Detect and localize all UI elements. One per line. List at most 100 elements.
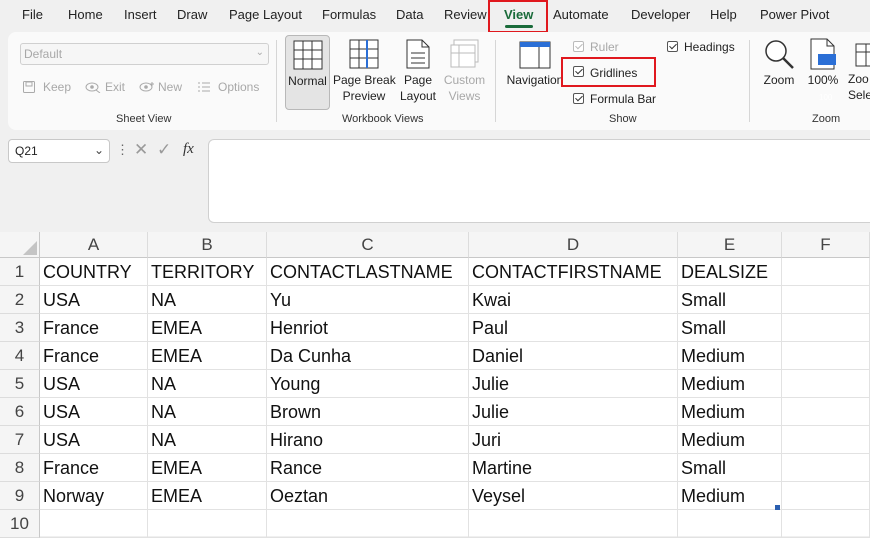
table-cell[interactable] (782, 342, 870, 370)
header-cell[interactable]: TERRITORY (148, 258, 267, 286)
menu-review[interactable]: Review (444, 7, 487, 22)
menu-automate[interactable]: Automate (553, 7, 609, 22)
page-break-preview-button[interactable]: Page Break Preview (333, 35, 396, 110)
row-header[interactable]: 4 (0, 342, 40, 370)
menu-insert[interactable]: Insert (124, 7, 157, 22)
menu-formulas[interactable]: Formulas (322, 7, 376, 22)
table-cell[interactable] (782, 510, 870, 538)
header-cell[interactable]: COUNTRY (40, 258, 148, 286)
column-header-c[interactable]: C (267, 232, 469, 258)
table-cell[interactable]: EMEA (148, 342, 267, 370)
table-cell[interactable]: Veysel (469, 482, 678, 510)
table-cell[interactable]: EMEA (148, 454, 267, 482)
row-header[interactable]: 9 (0, 482, 40, 510)
column-header-e[interactable]: E (678, 232, 782, 258)
table-cell[interactable]: Medium (678, 370, 782, 398)
table-cell[interactable] (267, 510, 469, 538)
table-cell[interactable] (782, 398, 870, 426)
table-cell[interactable]: Da Cunha (267, 342, 469, 370)
page-layout-button[interactable]: Page Layout (397, 35, 439, 110)
table-cell[interactable]: USA (40, 398, 148, 426)
table-cell[interactable]: NA (148, 398, 267, 426)
menu-help[interactable]: Help (710, 7, 737, 22)
header-cell[interactable] (782, 258, 870, 286)
table-cell[interactable]: NA (148, 426, 267, 454)
table-cell[interactable]: USA (40, 370, 148, 398)
row-header[interactable]: 3 (0, 314, 40, 342)
table-cell[interactable]: France (40, 454, 148, 482)
table-cell[interactable]: Medium (678, 342, 782, 370)
table-cell[interactable]: Henriot (267, 314, 469, 342)
cancel-x-icon[interactable]: ✕ (134, 140, 148, 160)
table-cell[interactable]: Rance (267, 454, 469, 482)
table-cell[interactable] (148, 510, 267, 538)
table-cell[interactable]: Yu (267, 286, 469, 314)
zoom-button[interactable]: Zoom (758, 38, 800, 110)
menu-page-layout[interactable]: Page Layout (229, 7, 302, 22)
chevron-down-icon[interactable]: ⌄ (94, 143, 104, 157)
table-cell[interactable]: Small (678, 454, 782, 482)
table-cell[interactable]: Medium (678, 482, 782, 510)
column-header-b[interactable]: B (148, 232, 267, 258)
table-cell[interactable]: Kwai (469, 286, 678, 314)
menu-draw[interactable]: Draw (177, 7, 207, 22)
table-cell[interactable]: Oeztan (267, 482, 469, 510)
fill-handle-icon[interactable] (775, 505, 780, 510)
options-button[interactable]: Options (197, 79, 267, 95)
insert-function-icon[interactable]: fx (183, 141, 194, 158)
sheet-view-dropdown[interactable]: Default ⌄ (20, 43, 269, 65)
row-header[interactable]: 8 (0, 454, 40, 482)
table-cell[interactable] (782, 426, 870, 454)
menu-file[interactable]: File (22, 7, 43, 22)
row-header[interactable]: 7 (0, 426, 40, 454)
zoom-100-button[interactable]: 100 100% (805, 38, 841, 110)
formula-input[interactable] (208, 139, 870, 223)
row-header[interactable]: 2 (0, 286, 40, 314)
table-cell[interactable] (782, 314, 870, 342)
zoom-to-selection-button[interactable]: Zoo Sele (846, 38, 870, 110)
table-cell[interactable]: Julie (469, 398, 678, 426)
menu-developer[interactable]: Developer (631, 7, 690, 22)
table-cell[interactable]: USA (40, 426, 148, 454)
table-cell[interactable] (40, 510, 148, 538)
table-cell[interactable]: NA (148, 286, 267, 314)
name-box[interactable]: Q21 ⌄ (8, 139, 110, 163)
table-cell[interactable]: Small (678, 286, 782, 314)
menu-power-pivot[interactable]: Power Pivot (760, 7, 829, 22)
keep-button[interactable]: Keep (22, 79, 78, 95)
table-cell[interactable]: France (40, 314, 148, 342)
navigation-button[interactable]: Navigation (505, 38, 565, 110)
exit-button[interactable]: Exit (85, 79, 135, 95)
row-header[interactable]: 5 (0, 370, 40, 398)
column-header-d[interactable]: D (469, 232, 678, 258)
header-cell[interactable]: CONTACTLASTNAME (267, 258, 469, 286)
table-cell[interactable] (782, 454, 870, 482)
row-header[interactable]: 1 (0, 258, 40, 286)
row-header[interactable]: 10 (0, 510, 40, 538)
table-cell[interactable]: EMEA (148, 482, 267, 510)
table-cell[interactable]: France (40, 342, 148, 370)
table-cell[interactable]: Martine (469, 454, 678, 482)
row-header[interactable]: 6 (0, 398, 40, 426)
table-cell[interactable] (678, 510, 782, 538)
normal-view-button[interactable]: Normal (285, 35, 330, 110)
table-cell[interactable]: Young (267, 370, 469, 398)
table-cell[interactable]: Brown (267, 398, 469, 426)
more-options-icon[interactable]: ⋮ (116, 142, 129, 158)
table-cell[interactable]: EMEA (148, 314, 267, 342)
table-cell[interactable] (469, 510, 678, 538)
enter-check-icon[interactable]: ✓ (157, 140, 171, 160)
menu-home[interactable]: Home (68, 7, 103, 22)
custom-views-button[interactable]: Custom Views (442, 35, 487, 110)
header-cell[interactable]: DEALSIZE (678, 258, 782, 286)
header-cell[interactable]: CONTACTFIRSTNAME (469, 258, 678, 286)
table-cell[interactable] (782, 370, 870, 398)
table-cell[interactable]: Julie (469, 370, 678, 398)
menu-data[interactable]: Data (396, 7, 423, 22)
headings-checkbox[interactable] (667, 41, 678, 52)
table-cell[interactable]: USA (40, 286, 148, 314)
table-cell[interactable]: Medium (678, 426, 782, 454)
table-cell[interactable]: NA (148, 370, 267, 398)
table-cell[interactable]: Juri (469, 426, 678, 454)
table-cell[interactable]: Medium (678, 398, 782, 426)
